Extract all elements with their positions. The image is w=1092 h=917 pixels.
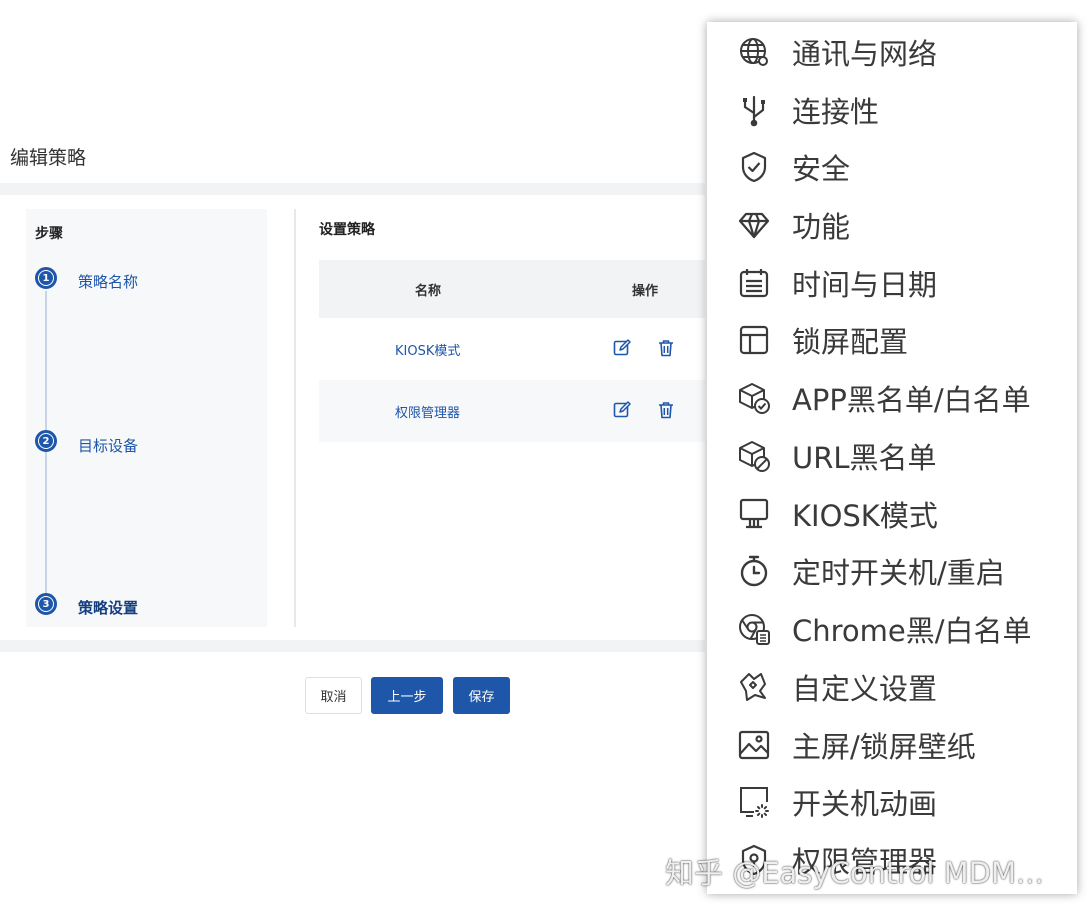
menu-item-network[interactable]: 通讯与网络 <box>707 23 1077 80</box>
menu-label: 功能 <box>792 209 851 244</box>
step-3-indicator: 3 <box>35 593 57 615</box>
step-policy-name[interactable]: 策略名称 <box>78 271 138 292</box>
usb-icon <box>734 90 774 130</box>
table-header: 名称 操作 <box>319 260 705 318</box>
panel-separator <box>294 209 296 627</box>
watermark: 知乎 @EasyControl MDM... <box>665 856 1044 890</box>
app-box-check-icon <box>734 378 774 418</box>
menu-item-datetime[interactable]: 时间与日期 <box>707 254 1077 311</box>
boot-animation-icon <box>734 782 774 822</box>
edit-policy-page: 编辑策略 步骤 1 策略名称 2 目标设备 3 策略设置 设置策略 名称 操作 … <box>0 0 1092 917</box>
app-box-block-icon <box>734 436 774 476</box>
diamond-icon <box>734 205 774 245</box>
column-header-actions: 操作 <box>632 284 659 299</box>
menu-item-boot-animation[interactable]: 开关机动画 <box>707 773 1077 830</box>
table-row: KIOSK模式 <box>319 318 705 380</box>
menu-item-custom-settings[interactable]: 自定义设置 <box>707 658 1077 715</box>
delete-icon[interactable] <box>656 338 676 358</box>
menu-item-scheduled-power[interactable]: 定时开关机/重启 <box>707 542 1077 599</box>
step-policy-settings[interactable]: 策略设置 <box>78 597 138 618</box>
steps-panel: 步骤 1 策略名称 2 目标设备 3 策略设置 <box>26 209 267 627</box>
previous-step-button[interactable]: 上一步 <box>371 677 443 714</box>
edit-icon[interactable] <box>612 400 632 420</box>
menu-label: 连接性 <box>792 94 880 129</box>
row-name: 权限管理器 <box>395 406 461 421</box>
menu-item-connectivity[interactable]: 连接性 <box>707 81 1077 138</box>
table-row: 权限管理器 <box>319 380 705 442</box>
menu-label: Chrome黑/白名单 <box>792 613 1032 648</box>
menu-label: 自定义设置 <box>792 671 938 706</box>
image-icon <box>734 725 774 765</box>
globe-icon <box>734 32 774 72</box>
policy-type-menu: 通讯与网络 连接性 安全 功能 时间与日期 锁屏配置 APP黑名单/白名单 UR… <box>707 22 1077 894</box>
menu-item-wallpaper[interactable]: 主屏/锁屏壁纸 <box>707 716 1077 773</box>
menu-label: 时间与日期 <box>792 267 938 302</box>
menu-label: KIOSK模式 <box>792 498 938 533</box>
menu-item-features[interactable]: 功能 <box>707 196 1077 253</box>
menu-item-security[interactable]: 安全 <box>707 138 1077 195</box>
timer-icon <box>734 551 774 591</box>
menu-label: 开关机动画 <box>792 786 938 821</box>
menu-label: 定时开关机/重启 <box>792 555 1005 590</box>
page-title: 编辑策略 <box>10 147 87 169</box>
column-header-name: 名称 <box>415 284 442 299</box>
custom-settings-icon <box>734 667 774 707</box>
step-target-devices[interactable]: 目标设备 <box>78 435 138 456</box>
steps-title: 步骤 <box>35 226 63 242</box>
layout-icon <box>734 320 774 360</box>
menu-label: 通讯与网络 <box>792 36 938 71</box>
row-name: KIOSK模式 <box>395 344 461 359</box>
menu-item-chrome-list[interactable]: Chrome黑/白名单 <box>707 600 1077 657</box>
step-2-indicator: 2 <box>35 430 57 452</box>
policy-table: 名称 操作 KIOSK模式 权限管理器 <box>319 260 705 442</box>
menu-item-url-blacklist[interactable]: URL黑名单 <box>707 427 1077 484</box>
section-title: 设置策略 <box>319 222 375 238</box>
edit-icon[interactable] <box>612 338 632 358</box>
menu-item-kiosk-mode[interactable]: KIOSK模式 <box>707 485 1077 542</box>
calendar-icon <box>734 263 774 303</box>
menu-label: 安全 <box>792 151 851 186</box>
divider-band-top <box>0 183 705 195</box>
cancel-button[interactable]: 取消 <box>305 677 362 714</box>
menu-label: 主屏/锁屏壁纸 <box>792 729 976 764</box>
menu-item-lockscreen-config[interactable]: 锁屏配置 <box>707 311 1077 368</box>
save-button[interactable]: 保存 <box>453 677 510 714</box>
chrome-list-icon <box>734 609 774 649</box>
step-1-indicator: 1 <box>35 267 57 289</box>
menu-label: 锁屏配置 <box>792 324 909 359</box>
divider-band-bottom <box>0 640 705 652</box>
menu-label: URL黑名单 <box>792 440 937 475</box>
delete-icon[interactable] <box>656 400 676 420</box>
shield-check-icon <box>734 147 774 187</box>
menu-label: APP黑名单/白名单 <box>792 382 1031 417</box>
menu-item-app-blackwhite-list[interactable]: APP黑名单/白名单 <box>707 369 1077 426</box>
kiosk-monitor-icon <box>734 494 774 534</box>
